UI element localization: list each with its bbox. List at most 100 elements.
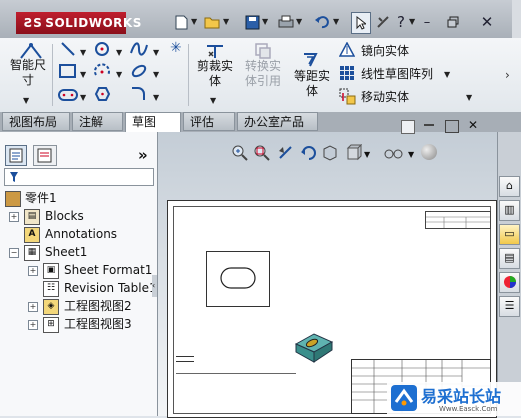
chevron-down-icon[interactable]: ▼ xyxy=(223,17,229,26)
linear-pattern-icon[interactable] xyxy=(339,65,355,84)
chevron-down-icon[interactable]: ▼ xyxy=(153,93,159,102)
ribbon-scroll-right-icon[interactable]: › xyxy=(505,68,510,82)
drawing-view-icon: ⊞ xyxy=(43,317,59,333)
chevron-down-icon[interactable]: ▼ xyxy=(210,96,216,105)
design-library-icon[interactable]: ▥ xyxy=(499,200,520,221)
mirror-entities-button[interactable]: 镜向实体 xyxy=(361,42,409,59)
appearances-icon[interactable] xyxy=(499,272,520,293)
new-document-icon[interactable] xyxy=(172,12,190,32)
circle-icon[interactable] xyxy=(94,41,111,61)
chevron-down-icon[interactable]: ▼ xyxy=(153,70,159,79)
solidworks-logo[interactable]: ƧS SOLIDWORKS xyxy=(16,12,141,34)
feature-tree-tab-icon[interactable] xyxy=(5,145,27,166)
print-icon[interactable] xyxy=(277,12,295,32)
zoom-to-area-icon[interactable] xyxy=(253,144,271,165)
maximize-document-icon[interactable] xyxy=(445,120,459,133)
minimize-icon[interactable]: – xyxy=(418,12,436,32)
feature-manager-panel: » 零件1 + ▤ Blocks A Annotations − ▦ Sheet… xyxy=(0,132,158,416)
tree-item-label: Blocks xyxy=(45,209,84,223)
chevron-down-icon[interactable]: ▼ xyxy=(116,48,122,57)
open-folder-icon[interactable] xyxy=(203,12,221,32)
drawing-view-front[interactable] xyxy=(206,251,270,307)
annotations-icon: A xyxy=(24,227,40,243)
chevron-down-icon[interactable]: ▼ xyxy=(80,48,86,57)
point-icon[interactable]: ✳ xyxy=(170,40,182,56)
custom-properties-icon[interactable]: ☰ xyxy=(499,296,520,317)
slot-icon[interactable] xyxy=(58,88,78,105)
tab-annotation[interactable]: 注解 xyxy=(72,112,123,131)
chevron-down-icon[interactable]: ▼ xyxy=(408,150,414,159)
restore-view-icon[interactable] xyxy=(401,120,415,134)
expand-toggle-icon[interactable]: + xyxy=(28,266,38,276)
drawing-view-isometric[interactable] xyxy=(292,326,336,369)
arc-icon[interactable] xyxy=(94,63,111,83)
move-entities-icon[interactable] xyxy=(339,88,357,108)
chevron-down-icon[interactable]: ▼ xyxy=(333,17,339,26)
tab-sketch[interactable]: 草图 xyxy=(125,112,181,133)
view-palette-icon[interactable]: ▤ xyxy=(499,248,520,269)
minimize-document-icon[interactable] xyxy=(424,124,434,126)
expand-panel-button[interactable]: » xyxy=(138,146,148,164)
filter-icon[interactable] xyxy=(9,170,19,186)
line-icon[interactable] xyxy=(60,41,76,60)
undo-icon[interactable] xyxy=(313,12,331,32)
linear-pattern-button[interactable]: 线性草图阵列 xyxy=(361,65,433,82)
spline-icon[interactable] xyxy=(130,41,148,60)
tab-office-products[interactable]: 办公室产品 xyxy=(237,112,318,131)
display-style-icon[interactable] xyxy=(322,144,338,165)
expand-toggle-icon[interactable]: + xyxy=(28,302,38,312)
close-icon[interactable]: ✕ xyxy=(478,12,496,32)
fillet-icon[interactable] xyxy=(130,86,146,105)
chevron-down-icon[interactable]: ▼ xyxy=(409,17,415,26)
smart-dimension-button[interactable]: 智能尺寸 xyxy=(6,58,50,88)
hide-show-items-icon[interactable] xyxy=(383,144,405,165)
close-document-icon[interactable]: ✕ xyxy=(468,118,478,132)
polygon-icon[interactable] xyxy=(94,86,111,106)
tree-filter-field[interactable] xyxy=(4,168,154,186)
convert-entities-button[interactable]: 转换实体引用 xyxy=(240,59,286,89)
panel-collapse-handle[interactable]: ‹ xyxy=(152,275,157,297)
zoom-to-fit-icon[interactable] xyxy=(231,144,249,165)
chevron-down-icon[interactable]: ▼ xyxy=(23,96,29,105)
tree-item-label: Annotations xyxy=(45,227,118,241)
mirror-entities-icon[interactable] xyxy=(338,41,356,60)
move-entities-button[interactable]: 移动实体 xyxy=(361,88,409,105)
chevron-down-icon[interactable]: ▼ xyxy=(262,17,268,26)
tree-item-label: 工程图视图3 xyxy=(64,317,132,331)
chevron-down-icon[interactable]: ▼ xyxy=(80,93,86,102)
collapse-toggle-icon[interactable]: − xyxy=(9,248,19,258)
expand-toggle-icon[interactable]: + xyxy=(9,212,19,222)
view-orientation-icon[interactable] xyxy=(346,143,363,165)
chevron-down-icon[interactable]: ▼ xyxy=(466,93,472,102)
tab-evaluate[interactable]: 评估 xyxy=(183,112,235,131)
chevron-down-icon[interactable]: ▼ xyxy=(80,70,86,79)
chevron-down-icon[interactable]: ▼ xyxy=(444,70,450,79)
maximize-icon[interactable] xyxy=(444,12,462,32)
expand-toggle-icon[interactable]: + xyxy=(28,320,38,330)
revision-table-icon: ☷ xyxy=(43,281,59,297)
chevron-down-icon[interactable]: ▼ xyxy=(153,48,159,57)
tab-view-layout[interactable]: 视图布局 xyxy=(2,112,70,131)
select-pointer-icon[interactable] xyxy=(351,12,371,34)
help-icon[interactable]: ? xyxy=(392,12,410,32)
offset-entities-button[interactable]: 等距实体 xyxy=(289,69,335,99)
save-icon[interactable] xyxy=(243,12,261,32)
rebuild-icon[interactable] xyxy=(374,12,392,32)
chevron-down-icon[interactable]: ▼ xyxy=(296,17,302,26)
chevron-down-icon[interactable]: ▼ xyxy=(116,70,122,79)
logo-text: SOLIDWORKS xyxy=(45,16,142,30)
property-manager-tab-icon[interactable] xyxy=(33,145,57,166)
chevron-down-icon[interactable]: ▼ xyxy=(364,150,370,159)
trim-entities-button[interactable]: 剪裁实体 xyxy=(193,59,237,89)
chevron-down-icon[interactable]: ▼ xyxy=(191,17,197,26)
previous-view-icon[interactable] xyxy=(277,144,295,165)
appearance-icon[interactable] xyxy=(421,144,437,160)
home-icon[interactable]: ⌂ xyxy=(499,176,520,197)
notes-block[interactable] xyxy=(176,356,194,362)
rebuild-view-icon[interactable] xyxy=(300,144,318,165)
ellipse-icon[interactable] xyxy=(130,63,148,82)
revision-table[interactable] xyxy=(425,211,491,229)
separator xyxy=(188,44,189,106)
rectangle-icon[interactable] xyxy=(59,64,76,81)
file-explorer-icon[interactable]: ▭ xyxy=(499,224,520,245)
